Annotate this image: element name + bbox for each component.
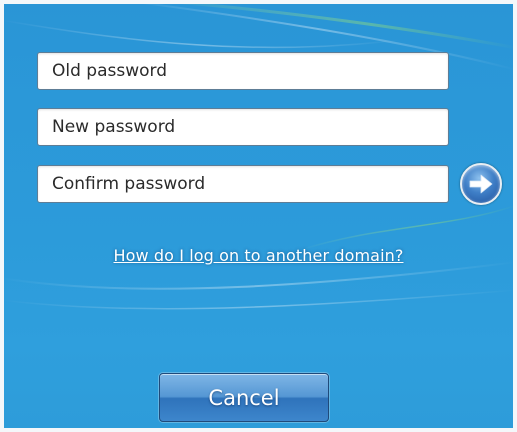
- another-domain-link[interactable]: How do I log on to another domain?: [0, 246, 517, 265]
- new-password-field[interactable]: [37, 108, 449, 146]
- frame-right: [513, 0, 517, 432]
- arrow-right-icon: [469, 174, 493, 194]
- old-password-field[interactable]: [37, 52, 449, 90]
- cancel-button[interactable]: Cancel: [159, 373, 329, 422]
- frame-top: [0, 0, 517, 4]
- frame-left: [0, 0, 4, 432]
- submit-arrow-button[interactable]: [460, 163, 502, 205]
- confirm-password-field[interactable]: [37, 165, 449, 203]
- frame-bottom: [0, 428, 517, 432]
